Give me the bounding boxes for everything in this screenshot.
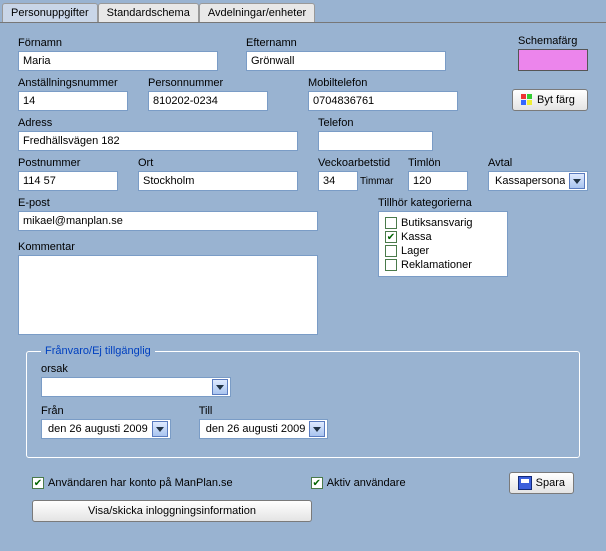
tab-bar: Personuppgifter Standardschema Avdelning…: [0, 0, 606, 23]
efternamn-input[interactable]: [246, 51, 446, 71]
fran-datepicker[interactable]: den 26 augusti 2009: [41, 419, 171, 439]
category-label: Kassa: [401, 231, 432, 243]
label-fran: Från: [41, 405, 171, 417]
bytfarg-label: Byt färg: [537, 94, 575, 106]
label-till: Till: [199, 405, 329, 417]
anv-konto-checkbox[interactable]: ✔ Användaren har konto på ManPlan.se: [32, 477, 233, 489]
category-item[interactable]: Reklamationer: [385, 258, 501, 272]
chevron-down-icon[interactable]: [152, 421, 168, 437]
chevron-down-icon[interactable]: [569, 173, 585, 189]
visa-skicka-button[interactable]: Visa/skicka inloggningsinformation: [32, 500, 312, 522]
label-postnummer: Postnummer: [18, 157, 118, 169]
bytfarg-button[interactable]: Byt färg: [512, 89, 588, 111]
categories-box: Butiksansvarig ✔ Kassa Lager Reklamation…: [378, 211, 508, 277]
avtal-select[interactable]: Kassapersonal: [488, 171, 588, 191]
label-efternamn: Efternamn: [246, 37, 446, 49]
chevron-down-icon[interactable]: [309, 421, 325, 437]
veckoarbetstid-input[interactable]: [318, 171, 358, 191]
checkbox-icon[interactable]: ✔: [311, 477, 323, 489]
label-anstallningsnummer: Anställningsnummer: [18, 77, 128, 89]
label-tillhor: Tillhör kategorierna: [378, 197, 508, 209]
telefon-input[interactable]: [318, 131, 433, 151]
label-veckoarbetstid: Veckoarbetstid: [318, 157, 388, 169]
till-datepicker[interactable]: den 26 augusti 2009: [199, 419, 329, 439]
category-label: Butiksansvarig: [401, 217, 473, 229]
label-mobiltelefon: Mobiltelefon: [308, 77, 458, 89]
label-personnummer: Personnummer: [148, 77, 268, 89]
aktiv-checkbox[interactable]: ✔ Aktiv användare: [311, 477, 406, 489]
franvaro-legend: Frånvaro/Ej tillgänglig: [41, 345, 155, 357]
ort-input[interactable]: [138, 171, 298, 191]
chevron-down-icon[interactable]: [212, 379, 228, 395]
personnummer-input[interactable]: [148, 91, 268, 111]
avtal-value: Kassapersonal: [495, 175, 565, 187]
label-timlon: Timlön: [408, 157, 468, 169]
aktiv-label: Aktiv användare: [327, 477, 406, 489]
tab-standardschema[interactable]: Standardschema: [98, 3, 199, 22]
tab-avdelningar[interactable]: Avdelningar/enheter: [199, 3, 315, 22]
category-item[interactable]: ✔ Kassa: [385, 230, 501, 244]
label-kommentar: Kommentar: [18, 241, 318, 253]
orsak-select[interactable]: [41, 377, 231, 397]
tab-personuppgifter[interactable]: Personuppgifter: [2, 3, 98, 22]
schemafarg-swatch: [518, 49, 588, 71]
till-value: den 26 augusti 2009: [206, 423, 306, 435]
label-adress: Adress: [18, 117, 298, 129]
label-epost: E-post: [18, 197, 318, 209]
label-telefon: Telefon: [318, 117, 433, 129]
label-orsak: orsak: [41, 363, 231, 375]
kommentar-textarea[interactable]: [18, 255, 318, 335]
label-schemafarg: Schemafärg: [518, 35, 577, 47]
page-content: Förnamn Efternamn Schemafärg Anställning…: [0, 23, 606, 528]
epost-input[interactable]: [18, 211, 318, 231]
label-fornamn: Förnamn: [18, 37, 218, 49]
anstallningsnummer-input[interactable]: [18, 91, 128, 111]
checkbox-icon[interactable]: [385, 217, 397, 229]
category-label: Lager: [401, 245, 429, 257]
color-palette-icon: [521, 94, 533, 106]
category-label: Reklamationer: [401, 259, 472, 271]
checkbox-icon[interactable]: [385, 259, 397, 271]
label-avtal: Avtal: [488, 157, 588, 169]
category-item[interactable]: Lager: [385, 244, 501, 258]
checkbox-icon[interactable]: [385, 245, 397, 257]
mobiltelefon-input[interactable]: [308, 91, 458, 111]
anv-konto-label: Användaren har konto på ManPlan.se: [48, 477, 233, 489]
footer-row: ✔ Användaren har konto på ManPlan.se ✔ A…: [18, 464, 588, 496]
fornamn-input[interactable]: [18, 51, 218, 71]
checkbox-icon[interactable]: ✔: [32, 477, 44, 489]
adress-input[interactable]: [18, 131, 298, 151]
label-ort: Ort: [138, 157, 298, 169]
spara-button[interactable]: Spara: [509, 472, 574, 494]
label-timmar: Timmar: [360, 176, 394, 187]
save-icon: [518, 476, 532, 490]
fran-value: den 26 augusti 2009: [48, 423, 148, 435]
timlon-input[interactable]: [408, 171, 468, 191]
checkbox-icon[interactable]: ✔: [385, 231, 397, 243]
spara-label: Spara: [536, 477, 565, 489]
franvaro-fieldset: Frånvaro/Ej tillgänglig orsak Från den 2…: [26, 345, 580, 458]
category-item[interactable]: Butiksansvarig: [385, 216, 501, 230]
postnummer-input[interactable]: [18, 171, 118, 191]
visa-skicka-label: Visa/skicka inloggningsinformation: [88, 505, 256, 517]
